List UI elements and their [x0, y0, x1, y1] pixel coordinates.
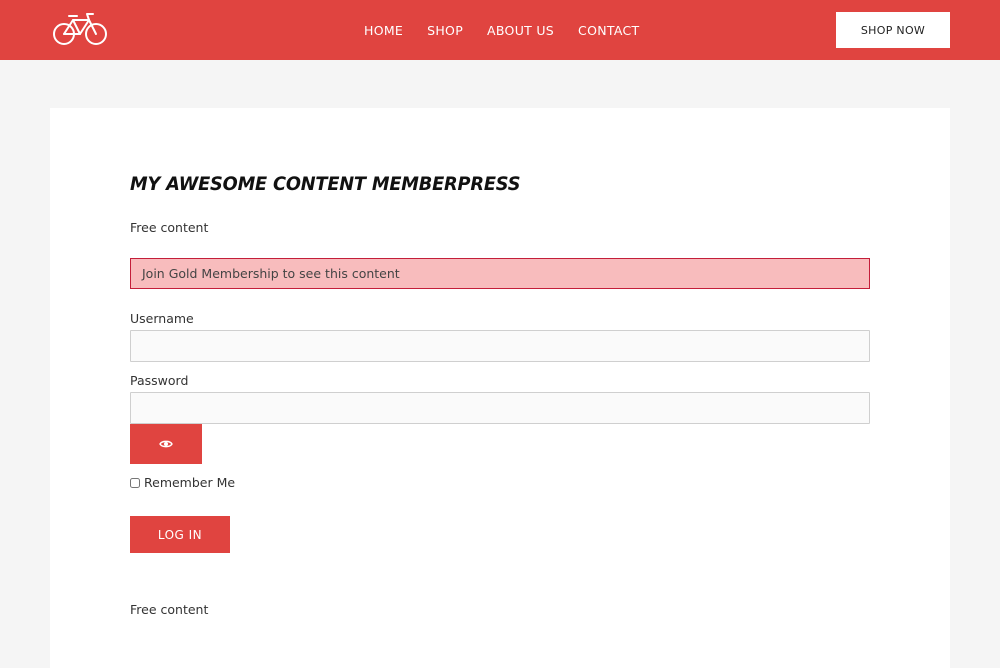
- main-nav: HOME SHOP ABOUT US CONTACT: [352, 0, 651, 60]
- site-header: HOME SHOP ABOUT US CONTACT SHOP NOW: [0, 0, 1000, 60]
- username-input[interactable]: [130, 330, 870, 362]
- login-button[interactable]: LOG IN: [130, 516, 230, 553]
- free-content-text: Free content: [130, 220, 209, 235]
- eye-icon: [159, 440, 173, 448]
- remember-me[interactable]: Remember Me: [130, 475, 235, 490]
- page-title: MY AWESOME CONTENT MEMBERPRESS: [130, 174, 521, 195]
- remember-me-checkbox[interactable]: [130, 477, 140, 488]
- nav-shop-link[interactable]: SHOP: [427, 23, 463, 38]
- password-label: Password: [130, 373, 189, 388]
- nav-contact-link[interactable]: CONTACT: [578, 23, 639, 38]
- username-label: Username: [130, 311, 194, 326]
- nav-home-link[interactable]: HOME: [364, 23, 403, 38]
- remember-me-label: Remember Me: [144, 475, 236, 490]
- password-input[interactable]: [130, 392, 870, 424]
- show-password-button[interactable]: [130, 424, 202, 464]
- bicycle-icon[interactable]: [53, 12, 107, 46]
- membership-notice: Join Gold Membership to see this content: [130, 258, 870, 289]
- free-content-text-bottom: Free content: [130, 602, 209, 617]
- content-card: MY AWESOME CONTENT MEMBERPRESS Free cont…: [50, 108, 950, 668]
- nav-about-link[interactable]: ABOUT US: [487, 23, 554, 38]
- shop-now-button[interactable]: SHOP NOW: [836, 12, 950, 48]
